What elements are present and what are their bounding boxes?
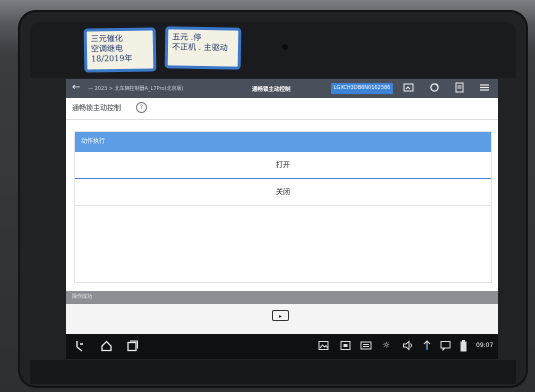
- volume-icon[interactable]: [402, 340, 414, 355]
- android-nav-bar: ☼ 09:07: [66, 334, 498, 359]
- action-panel-header: 动作执行: [75, 132, 491, 152]
- home-icon[interactable]: [100, 339, 113, 356]
- help-icon[interactable]: ?: [136, 102, 147, 113]
- page-subtitle: 通畅锁主动控制: [72, 104, 121, 112]
- option-close-button[interactable]: 关闭: [75, 179, 491, 206]
- diagnose-icon[interactable]: [74, 339, 86, 357]
- app-title: 通畅锁主动控制: [252, 87, 291, 93]
- sticker-left: 三元催化 空调继电 18/2019年: [83, 27, 157, 73]
- report-icon[interactable]: [453, 82, 466, 95]
- brightness-icon[interactable]: ☼: [382, 340, 390, 352]
- menu-icon[interactable]: [478, 82, 491, 95]
- vci-icon[interactable]: [422, 340, 432, 355]
- result-status-bar: 操作成功: [66, 291, 498, 304]
- app-title-bar: ← — 2023 > 北车辆控制器A_L7Pro(北京版) 通畅锁主动控制 LG…: [66, 79, 498, 98]
- keyboard-icon[interactable]: [360, 340, 372, 355]
- vin-badge: LGXCH3DB6N0162386: [331, 83, 393, 94]
- arrow-left-icon[interactable]: ←: [72, 82, 80, 94]
- gallery-icon[interactable]: [318, 340, 329, 355]
- recent-apps-icon[interactable]: [126, 339, 139, 356]
- front-camera: [282, 44, 288, 50]
- tablet-bottom-bezel: [30, 360, 516, 384]
- divider: [66, 119, 498, 120]
- action-panel: 动作执行 打开 关闭: [74, 131, 492, 283]
- play-icon[interactable]: ▸: [272, 310, 289, 321]
- message-icon[interactable]: [440, 340, 451, 355]
- refresh-icon[interactable]: [428, 82, 441, 95]
- sticker-right-line-2: 不正机 . 主驱动: [171, 42, 228, 53]
- option-open-button[interactable]: 打开: [75, 152, 491, 179]
- sticker-right: 五元 .停 不正机 . 主驱动: [164, 26, 242, 70]
- screenshot-icon[interactable]: [402, 82, 415, 95]
- screen-record-icon[interactable]: [340, 340, 351, 355]
- breadcrumb: — 2023 > 北车辆控制器A_L7Pro(北京版): [88, 86, 184, 92]
- tablet-screen: ← — 2023 > 北车辆控制器A_L7Pro(北京版) 通畅锁主动控制 LG…: [66, 79, 498, 359]
- sticker-left-line-3: 18/2019年: [91, 53, 133, 64]
- battery-icon: [460, 340, 467, 356]
- status-clock: 09:07: [476, 342, 494, 349]
